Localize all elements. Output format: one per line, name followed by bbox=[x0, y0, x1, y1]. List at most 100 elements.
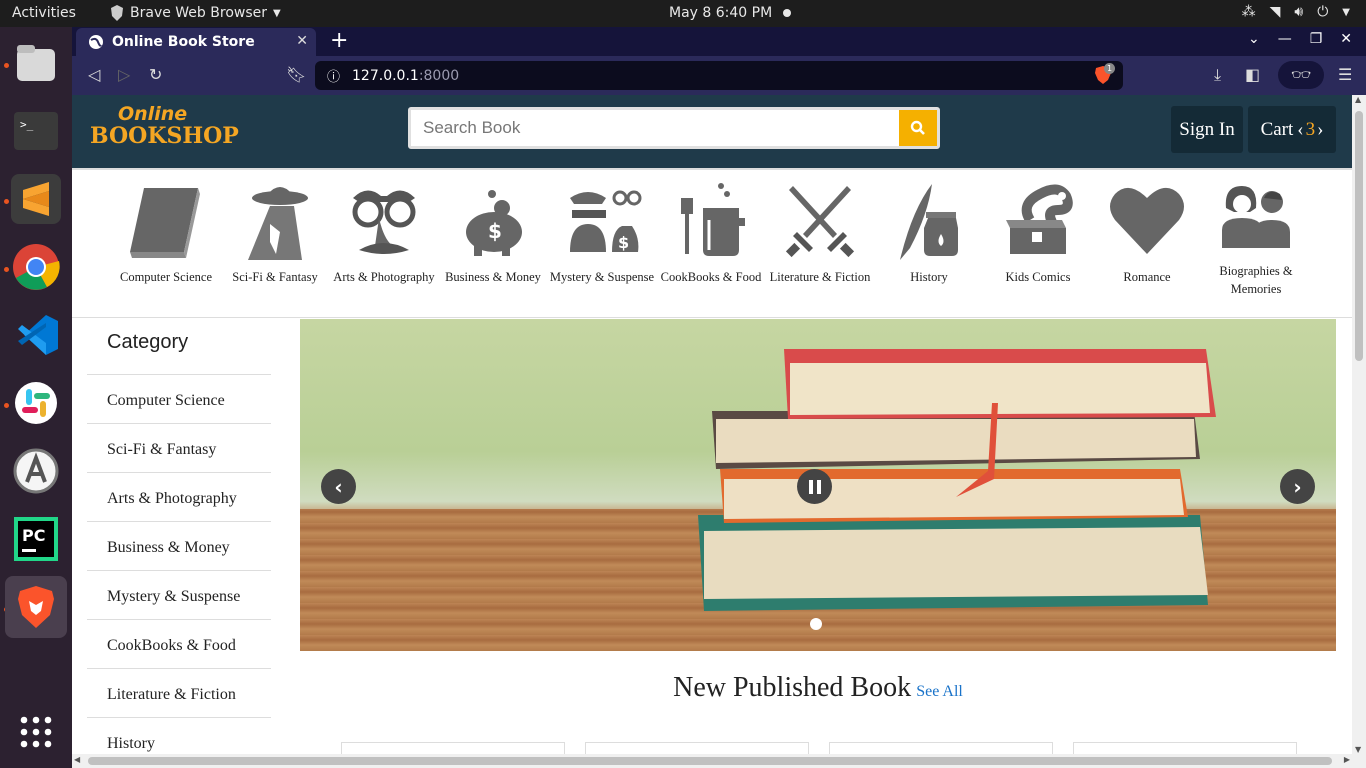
chrome-icon[interactable] bbox=[11, 242, 61, 292]
cart-count: 3 bbox=[1305, 118, 1316, 140]
carousel-pause-button[interactable] bbox=[797, 469, 832, 504]
search-input[interactable] bbox=[411, 110, 899, 146]
terminal-icon[interactable]: >_ bbox=[11, 106, 61, 156]
sidebar-item-literature-fiction[interactable]: Literature & Fiction bbox=[87, 669, 271, 718]
app-menu-label: Brave Web Browser bbox=[130, 5, 267, 21]
reload-icon[interactable]: ↻ bbox=[149, 65, 162, 84]
wifi-icon: ◥ bbox=[1269, 4, 1281, 20]
logo-bookshop[interactable]: BOOKSHOP bbox=[90, 123, 239, 149]
category-history[interactable]: History bbox=[874, 180, 984, 286]
forward-icon[interactable]: ▷ bbox=[118, 65, 130, 84]
scroll-up-arrow-icon[interactable]: ▲ bbox=[1355, 95, 1361, 104]
category-icon-strip: Computer Science Sci-Fi & Fantasy Arts &… bbox=[72, 168, 1352, 318]
category-computer-science[interactable]: Computer Science bbox=[111, 180, 221, 286]
maximize-icon[interactable]: ❐ bbox=[1310, 31, 1323, 47]
pycharm-icon[interactable]: PC bbox=[11, 514, 61, 564]
close-window-icon[interactable]: ✕ bbox=[1340, 31, 1352, 47]
scroll-down-arrow-icon[interactable]: ▼ bbox=[1355, 745, 1361, 754]
brave-icon[interactable] bbox=[5, 576, 67, 638]
vertical-scrollbar[interactable]: ▲ ▼ bbox=[1352, 95, 1366, 768]
disguise-glasses-icon bbox=[352, 190, 416, 254]
bookmark-icon[interactable]: 🔖︎ bbox=[286, 65, 306, 84]
svg-text:>_: >_ bbox=[20, 118, 34, 131]
new-published-section: New Published Book See All bbox=[300, 672, 1336, 704]
cart-button[interactable]: Cart ‹ 3 › bbox=[1248, 106, 1336, 153]
running-indicator bbox=[4, 199, 9, 204]
scroll-right-arrow-icon[interactable]: ▶ bbox=[1344, 755, 1350, 764]
quill-ink-icon bbox=[900, 184, 958, 260]
horizontal-scroll-thumb[interactable] bbox=[88, 757, 1332, 765]
hero-carousel: ‹ › bbox=[300, 319, 1336, 651]
site-info-icon[interactable]: ⓘ bbox=[327, 66, 340, 85]
sublime-text-icon[interactable] bbox=[11, 174, 61, 224]
site-header: Online BOOKSHOP Sign In Cart ‹ 3 › bbox=[72, 95, 1352, 168]
clock[interactable]: May 8 6:40 PM bbox=[669, 5, 772, 21]
downloads-icon[interactable]: ⤓ bbox=[1214, 65, 1221, 85]
category-sidebar: Category Computer Science Sci-Fi & Fanta… bbox=[87, 318, 271, 758]
scroll-left-arrow-icon[interactable]: ◀ bbox=[74, 755, 80, 764]
new-tab-button[interactable]: + bbox=[330, 28, 348, 53]
carousel-prev-button[interactable]: ‹ bbox=[321, 469, 356, 504]
url-port: :8000 bbox=[418, 67, 460, 84]
brave-small-icon bbox=[111, 5, 123, 21]
running-indicator bbox=[4, 267, 9, 272]
cooking-pot-icon bbox=[681, 183, 745, 256]
private-glasses-icon[interactable]: 👓︎ bbox=[1278, 61, 1324, 89]
running-indicator bbox=[4, 63, 9, 68]
system-tray[interactable]: ⁂ ◥ 🔊︎ ⏻ ▼ bbox=[1242, 4, 1350, 20]
chevron-left-icon: ‹ bbox=[1297, 118, 1304, 140]
svg-text:$: $ bbox=[618, 233, 629, 252]
browser-toolbar: ◁ ▷ ↻ 🔖︎ ⓘ 127.0.0.1:8000 1 ⤓ ◧ 👓︎ ☰ bbox=[72, 56, 1366, 95]
back-icon[interactable]: ◁ bbox=[88, 65, 100, 84]
show-apps-icon[interactable] bbox=[11, 707, 61, 757]
app-menu[interactable]: Brave Web Browser ▼ bbox=[110, 5, 281, 21]
files-icon[interactable] bbox=[11, 38, 61, 88]
category-scifi-fantasy[interactable]: Sci-Fi & Fantasy bbox=[220, 180, 330, 286]
category-romance[interactable]: Romance bbox=[1092, 180, 1202, 286]
tab-title: Online Book Store bbox=[112, 34, 255, 50]
tab-online-book-store[interactable]: Online Book Store ✕ bbox=[76, 28, 316, 56]
see-all-link[interactable]: See All bbox=[916, 683, 963, 700]
category-business-money[interactable]: $ Business & Money bbox=[438, 180, 548, 286]
sidebar-item-scifi-fantasy[interactable]: Sci-Fi & Fantasy bbox=[87, 424, 271, 473]
category-cookbooks-food[interactable]: CookBooks & Food bbox=[656, 180, 766, 286]
category-mystery-suspense[interactable]: $ Mystery & Suspense bbox=[547, 180, 657, 286]
sidebar-toggle-icon[interactable]: ◧ bbox=[1245, 65, 1260, 84]
activities-button[interactable]: Activities bbox=[12, 5, 76, 21]
sign-in-button[interactable]: Sign In bbox=[1171, 106, 1243, 153]
sidebar-item-cookbooks-food[interactable]: CookBooks & Food bbox=[87, 620, 271, 669]
sidebar-item-arts-photography[interactable]: Arts & Photography bbox=[87, 473, 271, 522]
category-arts-photography[interactable]: Arts & Photography bbox=[329, 180, 439, 286]
close-tab-icon[interactable]: ✕ bbox=[296, 33, 308, 49]
dock: >_ PC bbox=[0, 27, 72, 768]
carousel-indicator[interactable] bbox=[810, 618, 822, 630]
address-bar[interactable]: ⓘ 127.0.0.1:8000 1 bbox=[315, 61, 1123, 90]
menu-icon[interactable]: ☰ bbox=[1338, 65, 1352, 84]
notification-dot bbox=[783, 9, 791, 17]
slack-icon[interactable] bbox=[11, 378, 61, 428]
running-indicator bbox=[4, 403, 9, 408]
sidebar-item-computer-science[interactable]: Computer Science bbox=[87, 375, 271, 424]
system-top-bar: Activities Brave Web Browser ▼ May 8 6:4… bbox=[0, 0, 1366, 27]
software-center-icon[interactable] bbox=[11, 446, 61, 496]
cart-label: Cart bbox=[1260, 118, 1294, 140]
globe-icon bbox=[89, 35, 103, 49]
category-kids-comics[interactable]: Kids Comics bbox=[983, 180, 1093, 286]
vertical-scroll-thumb[interactable] bbox=[1355, 111, 1363, 361]
search-button[interactable] bbox=[899, 110, 937, 146]
tab-search-chevron-icon[interactable]: ⌄ bbox=[1248, 31, 1260, 47]
vscode-icon[interactable] bbox=[11, 310, 61, 360]
sidebar-item-mystery-suspense[interactable]: Mystery & Suspense bbox=[87, 571, 271, 620]
minimize-icon[interactable]: — bbox=[1278, 31, 1292, 47]
svg-text:$: $ bbox=[488, 219, 502, 243]
horizontal-scrollbar[interactable]: ◀ ▶ bbox=[72, 754, 1352, 768]
category-literature-fiction[interactable]: Literature & Fiction bbox=[765, 180, 875, 286]
logo-online[interactable]: Online bbox=[118, 103, 187, 125]
network-activity-icon: ⁂ bbox=[1241, 4, 1256, 20]
window-controls: ⌄ — ❐ ✕ bbox=[1248, 31, 1352, 47]
sidebar-item-business-money[interactable]: Business & Money bbox=[87, 522, 271, 571]
book-icon bbox=[130, 188, 200, 258]
search-box bbox=[408, 107, 940, 149]
carousel-next-button[interactable]: › bbox=[1280, 469, 1315, 504]
category-biographies-memories[interactable]: Biographies & Memories bbox=[1201, 178, 1311, 298]
